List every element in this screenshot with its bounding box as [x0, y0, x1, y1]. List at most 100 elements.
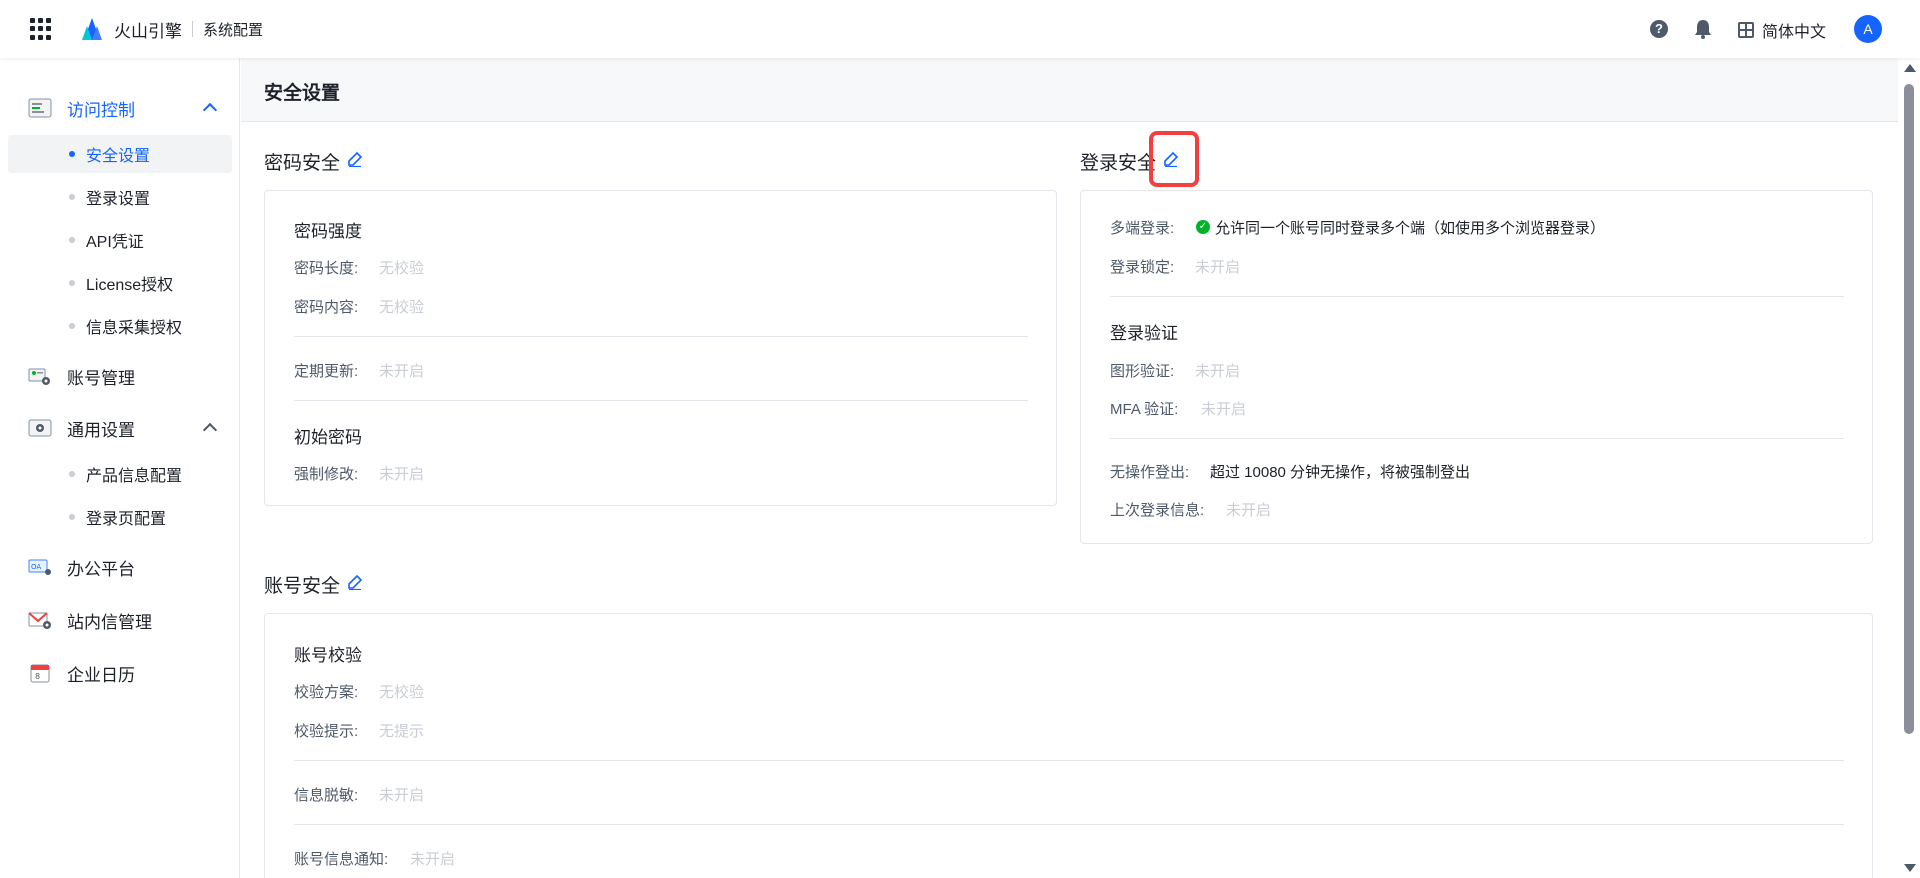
- check-scheme-label: 校验方案:: [294, 684, 359, 701]
- info-mask-value: 未开启: [379, 787, 425, 804]
- sidebar-group-label: 站内信管理: [67, 612, 152, 632]
- check-scheme-value: 无校验: [379, 684, 425, 701]
- periodic-update-label: 定期更新:: [294, 363, 359, 380]
- password-content-label: 密码内容:: [294, 299, 359, 316]
- bullet-icon: [69, 194, 75, 200]
- svg-text:OA: OA: [31, 563, 41, 571]
- sidebar-item-label: License授权: [86, 277, 174, 294]
- edit-icon[interactable]: [347, 151, 363, 167]
- password-security-title: 密码安全: [264, 153, 341, 174]
- password-security-card: 密码强度 密码长度: 无校验 密码内容: 无校验 定期更新: 未开启 初始密码 …: [264, 190, 1057, 506]
- mfa-label: MFA 验证:: [1110, 401, 1179, 418]
- sidebar-group-mail-manage[interactable]: 站内信管理: [0, 600, 240, 640]
- highlight-annotation: [1149, 131, 1199, 187]
- calendar-icon: 8: [30, 664, 50, 683]
- sidebar-group-calendar[interactable]: 8 企业日历: [0, 653, 240, 693]
- svg-text:8: 8: [35, 672, 40, 681]
- sidebar-item-login-settings[interactable]: 登录设置: [8, 178, 232, 216]
- check-hint-label: 校验提示:: [294, 723, 359, 740]
- sidebar-group-label: 账号管理: [67, 368, 135, 388]
- sidebar-item-login-page[interactable]: 登录页配置: [8, 498, 232, 536]
- scroll-thumb[interactable]: [1904, 84, 1914, 734]
- scroll-down-icon[interactable]: [1904, 864, 1916, 872]
- password-content-value: 无校验: [379, 299, 425, 316]
- account-notify-label: 账号信息通知:: [294, 851, 389, 868]
- login-security-title: 登录安全: [1080, 153, 1157, 174]
- login-lock-value: 未开启: [1195, 259, 1241, 276]
- sidebar-item-api-credentials[interactable]: API凭证: [8, 221, 232, 259]
- multi-login-label: 多端登录:: [1110, 220, 1175, 237]
- check-circle-icon: ✓: [1196, 220, 1210, 234]
- language-switcher[interactable]: 简体中文: [1738, 18, 1826, 42]
- account-check-title: 账号校验: [294, 646, 362, 665]
- sidebar-group-label: 访问控制: [67, 100, 135, 120]
- sidebar-item-license[interactable]: License授权: [8, 264, 232, 302]
- help-icon[interactable]: ?: [1650, 20, 1668, 38]
- sidebar-group-label: 企业日历: [67, 665, 135, 685]
- divider: [294, 400, 1028, 401]
- divider: [1110, 296, 1844, 297]
- general-settings-icon: [28, 419, 52, 437]
- volcano-logo-icon: [82, 18, 102, 40]
- top-bar: 火山引擎 系统配置: [0, 0, 1920, 58]
- login-security-card: 多端登录: ✓ 允许同一个账号同时登录多个端（如使用多个浏览器登录） 登录锁定:…: [1080, 190, 1873, 544]
- divider: [294, 824, 1844, 825]
- bell-icon[interactable]: [1694, 19, 1712, 39]
- system-title: 系统配置: [203, 21, 264, 39]
- divider: [294, 760, 1844, 761]
- page-header: 安全设置: [241, 58, 1898, 122]
- force-change-label: 强制修改:: [294, 466, 359, 483]
- info-mask-label: 信息脱敏:: [294, 787, 359, 804]
- account-security-title: 账号安全: [264, 576, 341, 597]
- periodic-update-value: 未开启: [379, 363, 425, 380]
- sidebar-group-account-manage[interactable]: 账号管理: [0, 356, 240, 396]
- chevron-up-icon[interactable]: [202, 422, 218, 438]
- idle-logout-label: 无操作登出:: [1110, 464, 1190, 481]
- avatar[interactable]: A: [1854, 15, 1882, 43]
- last-login-label: 上次登录信息:: [1110, 502, 1205, 519]
- bullet-icon: [69, 323, 75, 329]
- oa-platform-icon: OA: [28, 559, 51, 575]
- bullet-icon: [69, 237, 75, 243]
- sidebar-group-label: 办公平台: [67, 559, 135, 579]
- sidebar-item-security-settings[interactable]: 安全设置: [8, 135, 232, 173]
- sidebar-item-label: 登录页配置: [86, 511, 167, 528]
- page-title: 安全设置: [264, 83, 341, 104]
- chevron-up-icon[interactable]: [202, 102, 218, 118]
- bullet-icon: [69, 280, 75, 286]
- account-manage-icon: [28, 368, 50, 385]
- multi-login-value: 允许同一个账号同时登录多个端（如使用多个浏览器登录）: [1215, 220, 1606, 237]
- app-grid-icon[interactable]: [30, 18, 52, 40]
- mfa-value: 未开启: [1201, 401, 1247, 418]
- sidebar-group-general-settings[interactable]: 通用设置: [0, 408, 240, 448]
- sidebar-item-label: 登录设置: [86, 191, 151, 208]
- access-control-icon: [28, 98, 52, 118]
- captcha-value: 未开启: [1195, 363, 1241, 380]
- divider: [1110, 438, 1844, 439]
- sidebar-group-label: 通用设置: [67, 420, 135, 440]
- main-content: 安全设置 密码安全 密码强度 密码长度: 无校验 密码内容: 无校验 定期更新:…: [241, 58, 1898, 878]
- mail-manage-icon: [28, 612, 51, 629]
- check-hint-value: 无提示: [379, 723, 425, 740]
- login-verify-title: 登录验证: [1110, 324, 1178, 343]
- sidebar-group-access-control[interactable]: 访问控制: [0, 88, 240, 128]
- sidebar-item-label: 产品信息配置: [86, 468, 183, 485]
- vertical-scrollbar[interactable]: [1898, 58, 1920, 878]
- scroll-up-icon[interactable]: [1904, 64, 1916, 72]
- last-login-value: 未开启: [1226, 502, 1272, 519]
- account-notify-value: 未开启: [410, 851, 456, 868]
- brand-name: 火山引擎: [114, 21, 182, 41]
- password-strength-title: 密码强度: [294, 222, 362, 241]
- login-lock-label: 登录锁定:: [1110, 259, 1175, 276]
- sidebar-item-label: 信息采集授权: [86, 320, 183, 337]
- edit-icon[interactable]: [347, 574, 363, 590]
- sidebar-item-product-info[interactable]: 产品信息配置: [8, 455, 232, 493]
- brand-divider: [192, 21, 193, 37]
- account-security-card: 账号校验 校验方案: 无校验 校验提示: 无提示 信息脱敏: 未开启 账号信息通…: [264, 613, 1873, 878]
- bullet-icon: [69, 471, 75, 477]
- bullet-icon: [69, 514, 75, 520]
- password-length-label: 密码长度:: [294, 260, 359, 277]
- sidebar-group-oa-platform[interactable]: OA 办公平台: [0, 547, 240, 587]
- sidebar-item-data-collection[interactable]: 信息采集授权: [8, 307, 232, 345]
- sidebar-item-label: API凭证: [86, 234, 144, 251]
